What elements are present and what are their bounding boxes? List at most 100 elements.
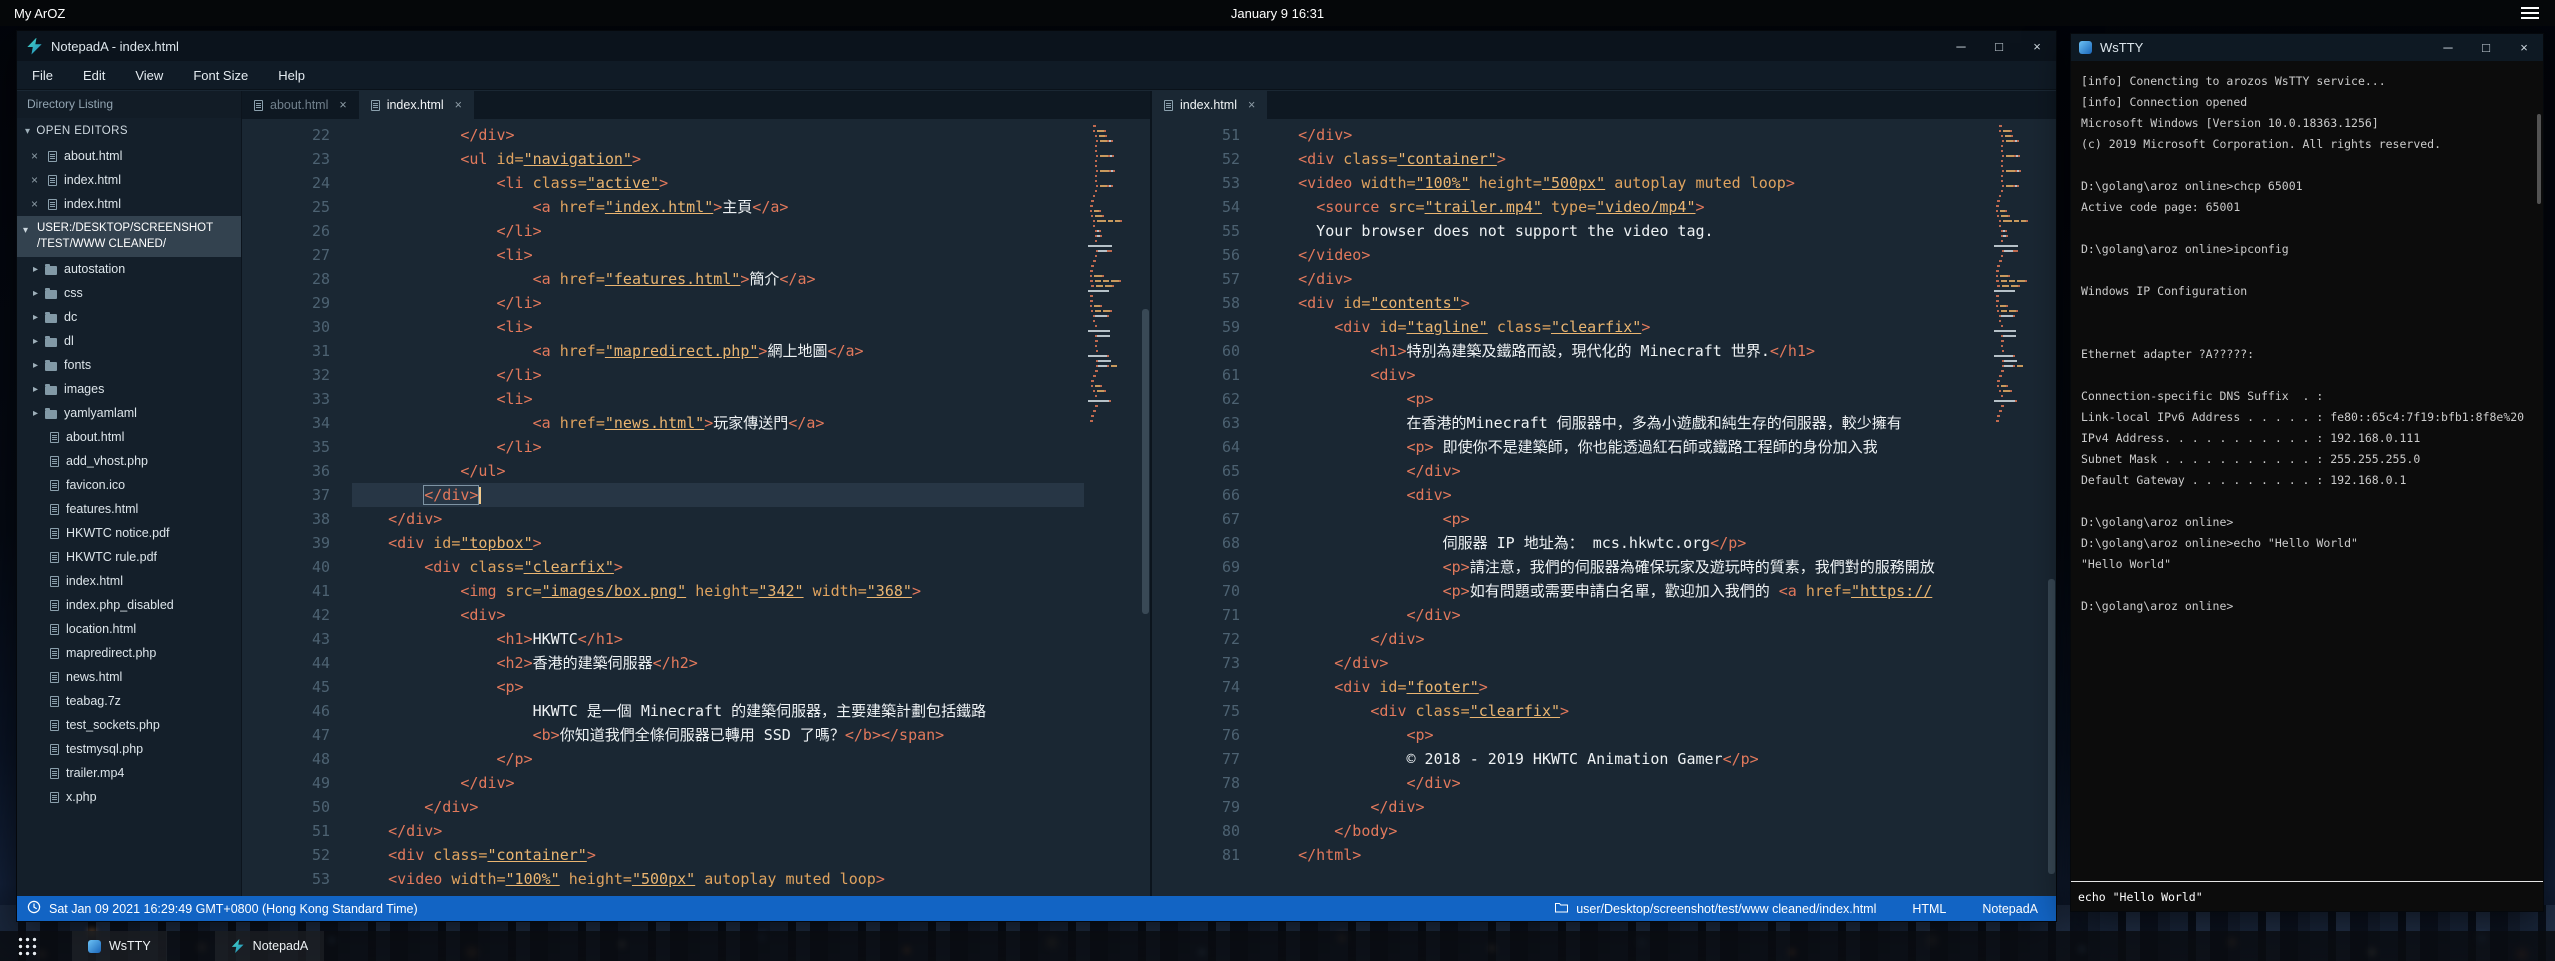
code-line[interactable]: <a href="news.html">玩家傳送門</a> [352,411,1084,435]
code-lines[interactable]: </div> <div class="container"> <video wi… [1262,123,1990,867]
maximize-button[interactable]: □ [2467,33,2505,63]
menu-item-view[interactable]: View [120,61,178,90]
code-line[interactable]: </div> [352,771,1084,795]
tree-file-x.php[interactable]: x.php [17,785,241,809]
code-lines[interactable]: </div> <ul id="navigation"> <li class="a… [352,123,1084,891]
tree-file-teabag.7z[interactable]: teabag.7z [17,689,241,713]
tree-folder-fonts[interactable]: ▸fonts [17,353,241,377]
code-line[interactable]: <li> [352,387,1084,411]
menu-item-font-size[interactable]: Font Size [178,61,263,90]
notepada-titlebar[interactable]: NotepadA - index.html ─ □ × [17,31,2056,61]
code-line[interactable]: </li> [352,291,1084,315]
code-line[interactable]: <li> [352,315,1084,339]
code-line[interactable]: <div id="tagline" class="clearfix"> [1262,315,1990,339]
code-line[interactable]: <h2>香港的建築伺服器</h2> [352,651,1084,675]
code-line[interactable]: </div> [352,795,1084,819]
minimap[interactable] [1088,125,1140,425]
code-line[interactable]: </div> [1262,627,1990,651]
code-line[interactable]: </div> [1262,267,1990,291]
code-line[interactable]: <p> [1262,507,1990,531]
code-line[interactable]: <div> [352,603,1084,627]
code-line[interactable]: <li> [352,243,1084,267]
close-icon[interactable]: × [339,98,346,112]
code-line[interactable]: </li> [352,219,1084,243]
code-line[interactable]: <li class="active"> [352,171,1084,195]
code-line[interactable]: <div> [1262,483,1990,507]
code-line[interactable]: <a href="index.html">主頁</a> [352,195,1084,219]
tab-index.html[interactable]: index.html× [359,91,474,119]
menu-item-file[interactable]: File [17,61,68,90]
tree-folder-yamlyamlaml[interactable]: ▸yamlyamlaml [17,401,241,425]
code-line[interactable]: </div> [1262,795,1990,819]
code-line[interactable]: <b>你知道我們全條伺服器已轉用 SSD 了嗎？</b></span> [352,723,1084,747]
tree-root-folder[interactable]: ▾USER:/DESKTOP/SCREENSHOT/TEST/WWW CLEAN… [17,216,241,257]
code-line[interactable]: <div> [1262,363,1990,387]
tree-file-features.html[interactable]: features.html [17,497,241,521]
tab-about.html[interactable]: about.html× [242,91,359,119]
code-line[interactable]: </div> [1262,771,1990,795]
taskbar-item-notepada[interactable]: NotepadA [215,931,325,961]
open-editor-item[interactable]: ×about.html [17,144,241,168]
code-line[interactable]: </li> [352,435,1084,459]
tab-index.html[interactable]: index.html× [1152,91,1267,119]
code-line[interactable]: </video> [1262,243,1990,267]
tree-file-index.php-disabled[interactable]: index.php_disabled [17,593,241,617]
tree-folder-css[interactable]: ▸css [17,281,241,305]
minimize-button[interactable]: ─ [1942,31,1980,61]
code-line[interactable]: </div> [352,819,1084,843]
tree-file-index.html[interactable]: index.html [17,569,241,593]
tree-folder-dl[interactable]: ▸dl [17,329,241,353]
code-line[interactable]: <video width="100%" height="500px" autop… [352,867,1084,891]
code-line[interactable]: <p> [1262,387,1990,411]
code-line[interactable]: <p> [352,675,1084,699]
code-line[interactable]: <source src="trailer.mp4" type="video/mp… [1262,195,1990,219]
close-icon[interactable]: × [31,149,41,163]
close-icon[interactable]: × [31,197,41,211]
tree-folder-autostation[interactable]: ▸autostation [17,257,241,281]
close-button[interactable]: × [2505,33,2543,63]
tree-file-HKWTC-notice.pdf[interactable]: HKWTC notice.pdf [17,521,241,545]
code-line[interactable]: Your browser does not support the video … [1262,219,1990,243]
line-number-gutter[interactable]: 2223242526272829303132333435363738394041… [242,123,352,891]
tree-file-favicon.ico[interactable]: favicon.ico [17,473,241,497]
code-line[interactable]: <div class="clearfix"> [352,555,1084,579]
maximize-button[interactable]: □ [1980,31,2018,61]
code-line[interactable]: <p>請注意，我們的伺服器為確保玩家及遊玩時的質素，我們對的服務開放 [1262,555,1990,579]
code-line[interactable]: </html> [1262,843,1990,867]
code-line[interactable]: <video width="100%" height="500px" autop… [1262,171,1990,195]
code-line[interactable]: </body> [1262,819,1990,843]
code-line[interactable]: </ul> [352,459,1084,483]
code-line[interactable]: <div id="footer"> [1262,675,1990,699]
code-line[interactable]: </div> [352,507,1084,531]
code-line[interactable]: <div id="topbox"> [352,531,1084,555]
scrollbar-thumb[interactable] [1142,309,1149,614]
code-line[interactable]: <h1>特別為建築及鐵路而設，現代化的 Minecraft 世界.</h1> [1262,339,1990,363]
hamburger-menu-icon[interactable] [2521,12,2539,14]
tree-folder-images[interactable]: ▸images [17,377,241,401]
code-line[interactable]: <div class="container"> [1262,147,1990,171]
code-line[interactable]: 伺服器 IP 地址為： mcs.hkwtc.org</p> [1262,531,1990,555]
code-line[interactable]: <h1>HKWTC</h1> [352,627,1084,651]
code-line[interactable]: </div> [1262,459,1990,483]
app-launcher-button[interactable] [10,931,44,961]
open-editor-item[interactable]: ×index.html [17,168,241,192]
code-line[interactable]: </div> [352,483,1084,507]
menu-item-edit[interactable]: Edit [68,61,120,90]
line-number-gutter[interactable]: 5152535455565758596061626364656667686970… [1152,123,1262,867]
terminal-input[interactable]: echo "Hello World" [2071,881,2543,911]
code-line[interactable]: 在香港的Minecraft 伺服器中，多為小遊戲和純生存的伺服器，較少擁有 [1262,411,1990,435]
code-line[interactable]: </p> [352,747,1084,771]
close-icon[interactable]: × [455,98,462,112]
code-line[interactable]: </div> [1262,123,1990,147]
terminal-scrollbar[interactable] [2537,114,2541,204]
scrollbar-thumb[interactable] [2048,579,2055,874]
tree-file-mapredirect.php[interactable]: mapredirect.php [17,641,241,665]
code-editor-right[interactable]: 5152535455565758596061626364656667686970… [1152,119,2056,896]
tree-file-test-sockets.php[interactable]: test_sockets.php [17,713,241,737]
tree-folder-dc[interactable]: ▸dc [17,305,241,329]
code-line[interactable]: <ul id="navigation"> [352,147,1084,171]
code-line[interactable]: <div id="contents"> [1262,291,1990,315]
code-line[interactable]: <a href="features.html">簡介</a> [352,267,1084,291]
code-line[interactable]: <a href="mapredirect.php">網上地圖</a> [352,339,1084,363]
code-line[interactable]: <p> [1262,723,1990,747]
